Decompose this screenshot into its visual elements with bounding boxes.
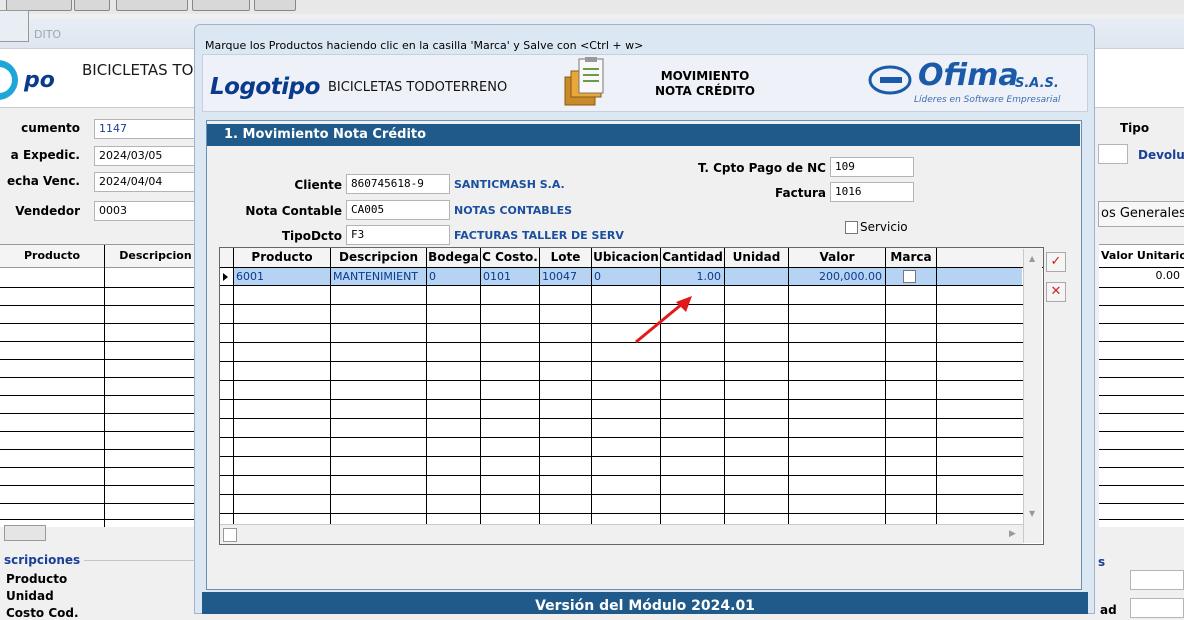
scroll-down-icon[interactable]: ▼ [1029, 509, 1035, 518]
left-panel-edge [0, 10, 29, 42]
grid-header-valor: Valor [819, 250, 855, 264]
grid-header-marca: Marca [890, 250, 932, 264]
servicio-label: Servicio [860, 220, 908, 234]
cell-lote[interactable]: 10047 [542, 268, 591, 285]
cell-cantidad[interactable]: 1.00 [661, 268, 722, 285]
field-label: cumento [21, 121, 80, 135]
cell-ccosto[interactable]: 0101 [483, 268, 539, 285]
field-label: Vendedor [15, 204, 80, 218]
datos-generales-button[interactable]: os Generales [1098, 201, 1184, 227]
grid-header-row: Producto Descripcion Bodega C Costo. Lot… [220, 248, 1043, 268]
toolbar-button[interactable] [74, 0, 110, 11]
cliente-description: SANTICMASH S.A. [454, 178, 565, 191]
module-title: MOVIMIENTO NOTA CRÉDITO [640, 69, 770, 99]
scroll-up-icon[interactable]: ▲ [1029, 254, 1035, 263]
fecha-vencimiento-field[interactable]: 2024/04/04 [94, 172, 204, 192]
cpto-pago-input[interactable]: 109 [830, 157, 914, 177]
modal-instruction: Marque los Productos haciendo clic en la… [205, 39, 644, 52]
grid-header-producto: Producto [0, 245, 104, 268]
right-field-2[interactable] [1130, 598, 1184, 618]
top-toolbar [0, 0, 1184, 15]
background-grid-right: Valor Unitario 0.00 [1099, 244, 1184, 527]
section-title: 1. Movimiento Nota Crédito [207, 124, 1080, 146]
descripciones-title: scripciones [4, 553, 81, 567]
field-label: a Expedic. [10, 148, 80, 162]
unidad-label: ad [1100, 603, 1117, 617]
right-field[interactable] [1130, 570, 1184, 590]
cliente-input[interactable]: 860745618-9 [346, 174, 450, 194]
descripciones-label: Costo Cod. [6, 606, 79, 620]
delete-x-icon[interactable]: ✕ [1046, 282, 1066, 302]
tipodcto-description: FACTURAS TALLER DE SERV [454, 229, 624, 242]
cell-ubicacion[interactable]: 0 [594, 268, 660, 285]
modal-company-name: BICICLETAS TODOTERRENO [328, 80, 508, 95]
background-logo-text: po [24, 68, 55, 93]
servicio-checkbox[interactable] [845, 221, 858, 234]
grid-header-lote: Lote [550, 250, 581, 264]
cell-descripcion[interactable]: MANTENIMIENT [333, 268, 426, 285]
grid-vertical-scrollbar[interactable]: ▲ ▼ [1023, 249, 1042, 543]
module-title-line2: NOTA CRÉDITO [654, 84, 756, 98]
tipo-label: Tipo [1120, 121, 1150, 135]
nota-contable-input[interactable]: CA005 [346, 200, 450, 220]
cell-bodega[interactable]: 0 [429, 268, 480, 285]
clipboard-icon [563, 57, 609, 107]
toolbar-button[interactable] [116, 0, 188, 11]
descripciones-label: Producto [6, 572, 68, 586]
documento-field[interactable]: 1147 [94, 119, 204, 139]
ofima-logo: Ofima S.A.S. Líderes en Software Empresa… [866, 58, 1066, 110]
section-fragment: s [1098, 555, 1106, 569]
toolbar-button[interactable] [254, 0, 296, 11]
background-logo: po [0, 60, 60, 100]
factura-label: Factura [775, 186, 826, 200]
modal-logo: Logotipo [210, 74, 320, 100]
grid-header-cantidad: Cantidad [662, 250, 723, 264]
cpto-pago-label: T. Cpto Pago de NC [698, 161, 826, 175]
module-title-line1: MOVIMIENTO [660, 69, 750, 83]
tipo-field[interactable] [1098, 144, 1128, 164]
confirm-check-icon[interactable]: ✓ [1046, 252, 1066, 272]
scroll-right-icon[interactable]: ▶ [1009, 529, 1016, 539]
cliente-label: Cliente [294, 178, 342, 192]
background-window-title: DITO [34, 28, 62, 41]
background-company-name: BICICLETAS TO [82, 61, 194, 79]
cell-producto[interactable]: 6001 [236, 268, 330, 285]
grid-header-bodega: Bodega [428, 250, 479, 264]
grid-horizontal-scrollbar[interactable]: ▶ [220, 524, 1023, 544]
ofima-sas: S.A.S. [1015, 76, 1059, 91]
valor-unitario-header: Valor Unitario [1101, 249, 1184, 262]
tipodcto-input[interactable]: F3 [346, 225, 450, 245]
ofima-swoosh-icon [868, 65, 912, 95]
ofima-tagline: Líderes en Software Empresarial [914, 95, 1061, 105]
background-scrollbar[interactable] [4, 525, 46, 541]
grid-header-ccosto: C Costo. [482, 250, 538, 264]
toolbar-button[interactable] [192, 0, 250, 11]
row-pointer-icon [223, 273, 228, 281]
marca-checkbox[interactable] [903, 270, 916, 283]
module-version-footer: Versión del Módulo 2024.01 [202, 592, 1088, 614]
fecha-expedicion-field[interactable]: 2024/03/05 [94, 146, 204, 166]
factura-input[interactable]: 1016 [830, 182, 914, 202]
vendedor-field[interactable]: 0003 [94, 201, 204, 221]
grid-header-descripcion: Descripcion [105, 245, 206, 268]
background-grid: Producto Descripcion [0, 244, 206, 527]
grid-header-ubicacion: Ubicacion [593, 250, 659, 264]
valor-unitario-value: 0.00 [1155, 269, 1181, 282]
cell-valor[interactable]: 200,000.00 [789, 268, 882, 285]
field-label: echa Venc. [6, 174, 80, 188]
scroll-left-icon[interactable] [223, 528, 237, 542]
grid-header-descripcion: Descripcion [339, 250, 418, 264]
tipo-value: Devolu [1138, 148, 1184, 162]
cell-unidad[interactable] [725, 268, 788, 285]
red-arrow-annotation-icon [635, 296, 692, 344]
descripciones-label: Unidad [6, 589, 54, 603]
nota-contable-description: NOTAS CONTABLES [454, 204, 573, 217]
tipodcto-label: TipoDcto [281, 229, 342, 243]
grid-header-unidad: Unidad [732, 250, 781, 264]
grid-header-producto: Producto [251, 250, 313, 264]
ofima-name: Ofima [918, 58, 1019, 93]
nota-contable-label: Nota Contable [245, 204, 342, 218]
